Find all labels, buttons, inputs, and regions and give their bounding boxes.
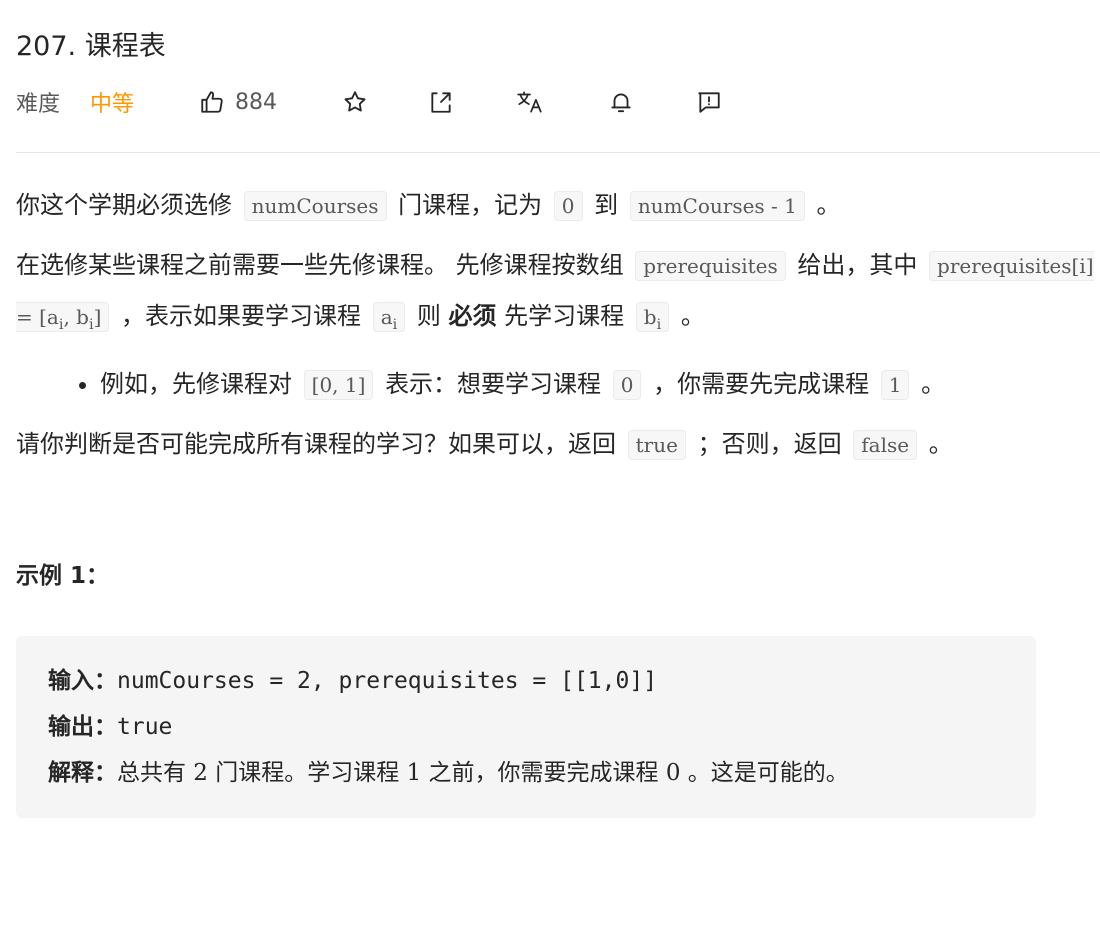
problem-title: 207. 课程表 [16,31,166,62]
example-list: 例如，先修课程对 [0, 1] 表示：想要学习课程 0 ，你需要先完成课程 1 … [16,359,1096,410]
translate-icon [516,89,544,115]
translate-button[interactable] [516,82,544,122]
inline-code: 1 [880,370,910,400]
example-block: 输入：numCourses = 2, prerequisites = [[1,0… [16,636,1036,818]
difficulty-badge: 中等 [90,92,135,117]
inline-code: false [853,430,918,460]
description-paragraph-3: 请你判断是否可能完成所有课程的学习？如果可以，返回 true ；否则，返回 fa… [16,430,953,460]
like-count: 884 [235,89,277,115]
inline-code: 0 [553,191,583,221]
share-icon [428,89,454,115]
inline-code: true [627,430,686,460]
example-title: 示例 1： [16,563,110,589]
inline-code: [0, 1] [303,370,374,400]
bell-icon [608,89,634,115]
list-item: 例如，先修课程对 [0, 1] 表示：想要学习课程 0 ，你需要先完成课程 1 … [100,359,1096,410]
notification-button[interactable] [608,82,634,122]
inline-code: 0 [612,370,642,400]
inline-code: ai [372,302,406,333]
inline-code: numCourses [243,191,387,221]
inline-code: bi [635,302,670,333]
description-paragraph-2: 在选修某些课程之前需要一些先修课程。 先修课程按数组 prerequisites… [16,251,1094,333]
star-icon [342,89,368,115]
example-explanation-line: 解释：总共有 2 门课程。学习课程 1 之前，你需要完成课程 0 。这是可能的。 [48,759,849,786]
share-button[interactable] [428,82,454,122]
feedback-button[interactable] [696,82,722,122]
problem-meta-bar: 难度 中等 884 [16,82,1096,122]
emphasis-text: 必须 [448,302,497,330]
inline-code: prerequisites [635,251,786,281]
thumbs-up-icon [199,89,225,115]
example-output-line: 输出：true [48,713,173,740]
feedback-icon [696,89,722,115]
header-divider [16,152,1100,153]
problem-description: 你这个学期必须选修 numCourses 门课程，记为 0 到 numCours… [16,180,1096,818]
example-input-line: 输入：numCourses = 2, prerequisites = [[1,0… [48,667,658,694]
like-button[interactable]: 884 [199,82,277,122]
description-paragraph-1: 你这个学期必须选修 numCourses 门课程，记为 0 到 numCours… [16,191,841,221]
difficulty-label: 难度 [16,92,61,117]
inline-code: numCourses - 1 [629,191,805,221]
favorite-button[interactable] [342,82,368,122]
